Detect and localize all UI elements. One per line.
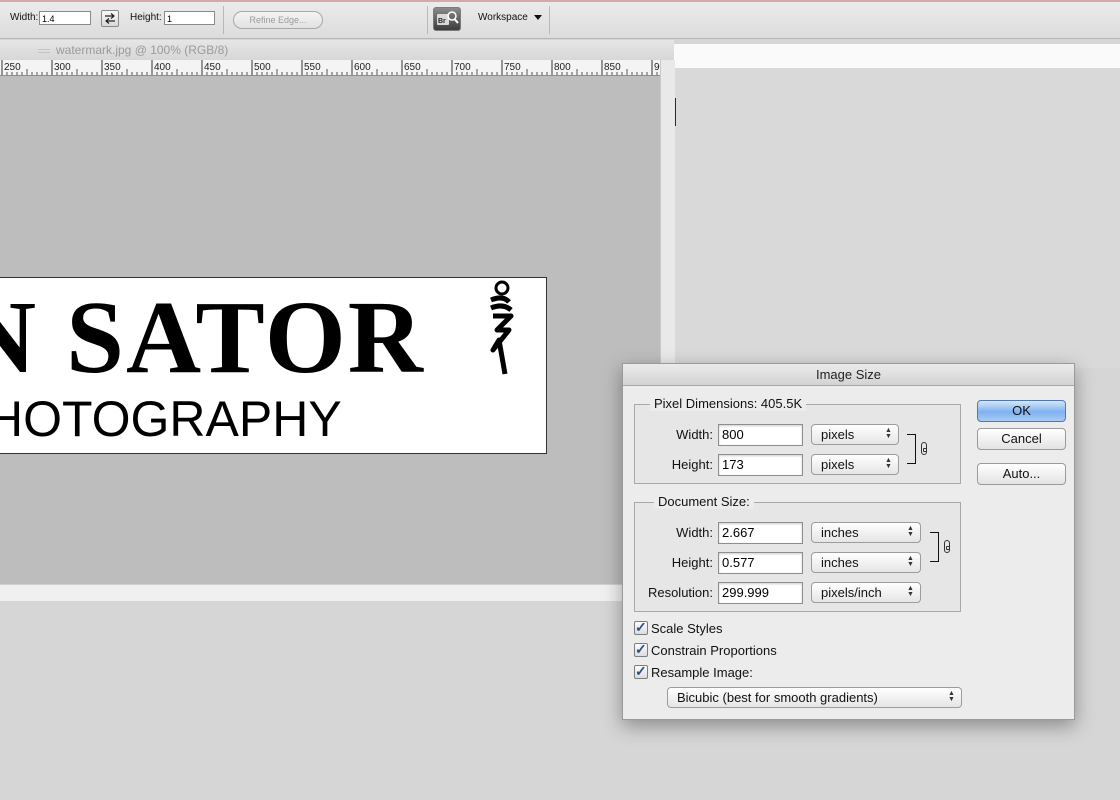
ruler-tick-label: 850 <box>604 62 621 73</box>
resolution-unit-value: pixels/inch <box>821 585 882 600</box>
options-width-input[interactable]: 1.4 <box>39 11 91 25</box>
popup-arrows-icon: ▲ ▼ <box>885 427 892 440</box>
horizontal-ruler[interactable]: 250 300 350 400 450 500 550 600 650 700 750 800 850 9… <box>0 60 660 76</box>
document-titlebar[interactable]: watermark.jpg @ 100% (RGB/8) <box>0 40 674 61</box>
workspace-label: Workspace <box>478 12 528 23</box>
pixel-height-label: Height: <box>671 457 713 472</box>
doc-width-unit-select[interactable]: inches ▲ ▼ <box>811 522 921 543</box>
ruler-tick-label: 350 <box>104 62 121 73</box>
pixel-width-label: Width: <box>676 427 713 442</box>
auto-button[interactable]: Auto... <box>977 463 1066 485</box>
ruler-tick-label: 800 <box>554 62 571 73</box>
canvas-area[interactable]: N SATOR HOTOGRAPHY <box>0 76 660 584</box>
options-divider <box>223 6 224 34</box>
document-size-label: Document Size: <box>654 494 754 509</box>
cancel-button[interactable]: Cancel <box>977 428 1066 450</box>
logo-main-text: N SATOR <box>0 280 425 395</box>
resample-method-select[interactable]: Bicubic (best for smooth gradients) ▲ ▼ <box>667 687 962 708</box>
pixel-width-unit-select[interactable]: pixels ▲ ▼ <box>811 424 899 445</box>
pixel-dimensions-label: Pixel Dimensions: 405.5K <box>650 396 807 411</box>
document-window: watermark.jpg @ 100% (RGB/8) 250 300 350 40… <box>0 40 675 601</box>
ruler-tick-label: 250 <box>4 62 21 73</box>
resolution-label: Resolution: <box>647 585 713 600</box>
pixel-height-unit-select[interactable]: pixels ▲ ▼ <box>811 454 899 475</box>
swap-arrows-icon <box>105 13 115 24</box>
popup-arrows-icon: ▲ ▼ <box>907 555 914 568</box>
options-width-label: Width: <box>10 12 39 23</box>
pixel-height-unit-value: pixels <box>821 457 855 472</box>
popup-arrows-icon: ▲ ▼ <box>907 585 914 598</box>
swap-dimensions-button[interactable] <box>101 10 119 27</box>
ruler-tick-label: 750 <box>504 62 521 73</box>
refine-edge-button[interactable]: Refine Edge... <box>233 11 323 29</box>
pixel-height-input[interactable]: 173 <box>718 454 803 476</box>
ruler-tick-label: 600 <box>354 62 371 73</box>
doc-width-input[interactable]: 2.667 <box>718 522 803 544</box>
options-divider <box>549 6 550 34</box>
launch-bridge-button[interactable]: Br <box>433 7 461 31</box>
image-size-dialog: Image Size Pixel Dimensions: 405.5K Widt… <box>622 363 1075 720</box>
resample-image-label: Resample Image: <box>651 665 753 680</box>
horizontal-scrollbar[interactable] <box>0 584 660 601</box>
dialog-title: Image Size <box>815 367 882 382</box>
doc-width-label: Width: <box>676 525 713 540</box>
doc-width-unit-value: inches <box>821 525 859 540</box>
document-title: watermark.jpg @ 100% (RGB/8) <box>56 43 229 57</box>
link-bracket <box>930 532 939 562</box>
ruler-tick-label: 450 <box>204 62 221 73</box>
link-bracket <box>907 434 916 464</box>
checkmark-icon: ✓ <box>635 663 647 679</box>
ok-button[interactable]: OK <box>977 400 1066 422</box>
workspace-menu[interactable]: Workspace <box>478 12 542 23</box>
doc-height-unit-select[interactable]: inches ▲ ▼ <box>811 552 921 573</box>
ruler-tick-label: 550 <box>304 62 321 73</box>
chain-link-icon <box>944 540 950 553</box>
chain-link-icon <box>921 442 927 455</box>
options-height-label: Height: <box>130 12 162 23</box>
image-canvas[interactable]: N SATOR HOTOGRAPHY <box>0 277 547 454</box>
constrain-proportions-label: Constrain Proportions <box>651 643 777 658</box>
logo-mark-icon <box>490 280 514 375</box>
ruler-tick-label: 700 <box>454 62 471 73</box>
options-divider <box>427 6 428 34</box>
window-top-edge <box>0 0 1120 2</box>
resolution-input[interactable]: 299.999 <box>718 582 803 604</box>
checkmark-icon: ✓ <box>635 619 647 635</box>
svg-text:Br: Br <box>438 18 446 25</box>
dropdown-arrow-icon <box>533 14 542 20</box>
dialog-titlebar[interactable]: Image Size <box>623 364 1074 386</box>
resolution-unit-select[interactable]: pixels/inch ▲ ▼ <box>811 582 921 603</box>
constrain-proportions-checkbox[interactable]: ✓ <box>634 641 648 657</box>
resample-method-value: Bicubic (best for smooth gradients) <box>677 690 878 705</box>
resample-image-checkbox[interactable]: ✓ <box>634 663 648 679</box>
grip-icon <box>38 49 50 53</box>
options-height-input[interactable]: 1 <box>164 11 215 25</box>
popup-arrows-icon: ▲ ▼ <box>948 690 955 703</box>
ruler-tick-label: 650 <box>404 62 421 73</box>
options-bar: Width: 1.4 Height: 1 Refine Edge... Br W… <box>0 0 1120 39</box>
doc-height-input[interactable]: 0.577 <box>718 552 803 574</box>
scale-styles-checkbox[interactable]: ✓ <box>634 619 648 635</box>
panel-header-strip <box>674 44 1120 69</box>
logo-sub-text: HOTOGRAPHY <box>0 391 342 447</box>
popup-arrows-icon: ▲ ▼ <box>907 525 914 538</box>
ruler-ticks: 250 300 350 400 450 500 550 600 650 700 750 800 850 9… <box>1 60 660 75</box>
ruler-tick-label: 500 <box>254 62 271 73</box>
popup-arrows-icon: ▲ ▼ <box>885 457 892 470</box>
pixel-width-unit-value: pixels <box>821 427 855 442</box>
scale-styles-label: Scale Styles <box>651 621 723 636</box>
pixel-width-input[interactable]: 800 <box>718 424 803 446</box>
ruler-tick-label: 400 <box>154 62 171 73</box>
bridge-br-icon: Br <box>437 11 459 25</box>
doc-height-unit-value: inches <box>821 555 859 570</box>
checkmark-icon: ✓ <box>635 641 647 657</box>
panel-area <box>674 68 1120 368</box>
ruler-tick-label: 300 <box>54 62 71 73</box>
doc-height-label: Height: <box>671 555 713 570</box>
